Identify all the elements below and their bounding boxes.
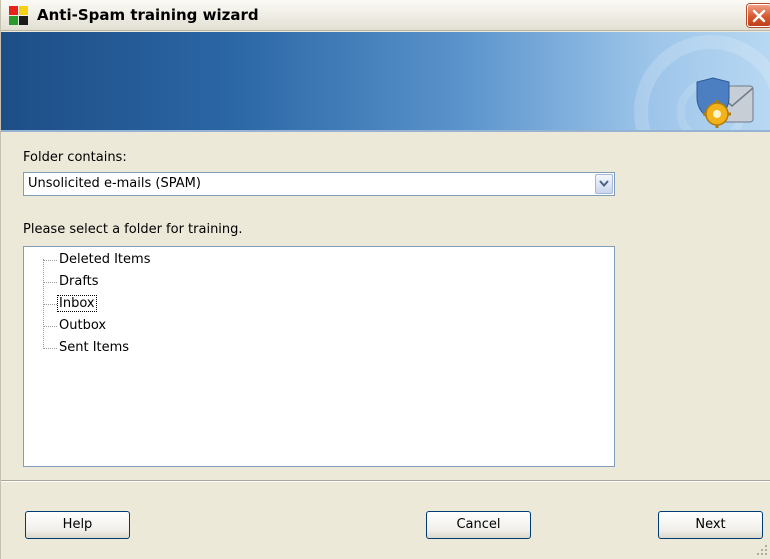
help-button[interactable]: Help (25, 511, 130, 539)
folder-contains-label: Folder contains: (23, 150, 127, 165)
tree-item-label: Outbox (59, 318, 107, 333)
wizard-window: Anti-Spam training wizard Folder contain… (0, 0, 770, 559)
mail-gear-shield-icon (696, 77, 754, 128)
close-button[interactable] (747, 4, 770, 27)
tree-item-outbox[interactable]: Outbox (43, 315, 243, 335)
tree-item-inbox[interactable]: Inbox (43, 293, 243, 313)
tree-item-drafts[interactable]: Drafts (43, 271, 243, 291)
folder-contains-value: Unsolicited e-mails (SPAM) (28, 176, 201, 191)
tree-item-label: Inbox (57, 295, 97, 312)
next-button[interactable]: Next (658, 511, 763, 539)
dropdown-button[interactable] (595, 174, 613, 194)
banner-divider (1, 130, 770, 132)
tree-item-label: Deleted Items (59, 252, 151, 267)
header-banner (1, 32, 770, 132)
tree-item-deleted-items[interactable]: Deleted Items (43, 249, 243, 269)
title-bar[interactable]: Anti-Spam training wizard (1, 0, 770, 31)
tree-item-label: Sent Items (59, 340, 130, 355)
chevron-down-icon (599, 180, 609, 188)
resize-grip-icon[interactable] (755, 543, 769, 557)
tree-item-label: Drafts (59, 274, 99, 289)
tree-item-sent-items[interactable]: Sent Items (43, 337, 243, 357)
cancel-button[interactable]: Cancel (426, 511, 531, 539)
avg-logo-icon (9, 6, 28, 25)
folder-tree[interactable]: Deleted Items Drafts Inbox Outbox Sent I… (23, 246, 615, 467)
window-title: Anti-Spam training wizard (37, 6, 259, 24)
select-folder-label: Please select a folder for training. (23, 222, 243, 237)
close-icon (752, 9, 766, 23)
footer-divider (1, 480, 770, 482)
folder-contains-dropdown[interactable]: Unsolicited e-mails (SPAM) (23, 172, 615, 196)
